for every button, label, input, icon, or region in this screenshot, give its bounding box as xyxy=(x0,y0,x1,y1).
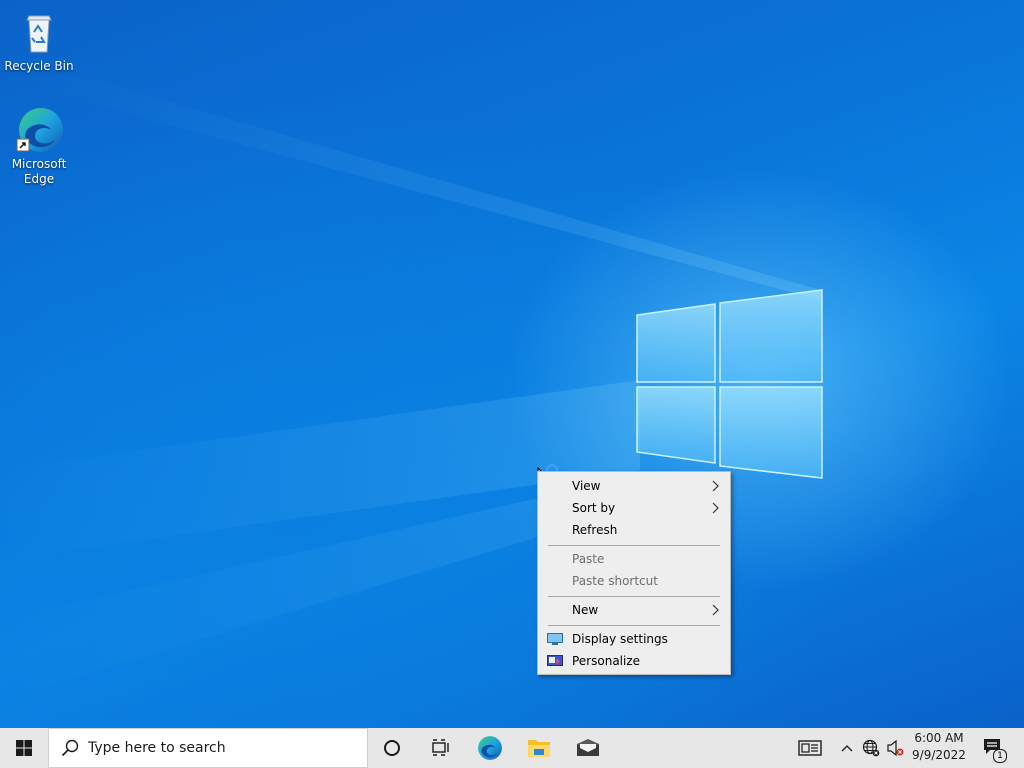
display-icon xyxy=(547,633,563,645)
chevron-right-icon xyxy=(712,604,719,616)
recycle-bin-icon xyxy=(15,8,63,56)
desktop-icon-microsoft-edge[interactable]: Microsoft Edge xyxy=(1,106,77,187)
menu-item-label: Refresh xyxy=(572,523,618,537)
menu-item-label: View xyxy=(572,479,601,493)
menu-item-label: Personalize xyxy=(572,654,641,668)
taskbar-edge-button[interactable] xyxy=(470,728,510,768)
search-icon xyxy=(61,739,79,757)
desktop[interactable]: Recycle Bin Microsoft Edge View Sort by … xyxy=(0,0,1024,728)
menu-item-label: New xyxy=(572,603,599,617)
action-center-button[interactable]: 1 xyxy=(978,728,1008,768)
chevron-right-icon xyxy=(712,502,719,514)
menu-item-sort-by[interactable]: Sort by xyxy=(538,497,730,519)
show-hidden-icons-chevron-icon xyxy=(841,745,853,752)
menu-item-new[interactable]: New xyxy=(538,599,730,621)
menu-separator xyxy=(548,625,720,626)
menu-item-label: Paste shortcut xyxy=(572,574,658,588)
task-view-icon xyxy=(432,739,449,756)
menu-item-display-settings[interactable]: Display settings xyxy=(538,628,730,650)
cortana-button[interactable] xyxy=(372,728,412,768)
file-explorer-icon xyxy=(528,740,550,757)
desktop-context-menu: View Sort by Refresh Paste Paste shortcu… xyxy=(537,471,731,675)
volume-button[interactable] xyxy=(884,728,906,768)
taskbar-file-explorer-button[interactable] xyxy=(519,728,559,768)
menu-item-personalize[interactable]: Personalize xyxy=(538,650,730,672)
task-view-button[interactable] xyxy=(420,728,460,768)
clock-time: 6:00 AM xyxy=(914,731,964,745)
news-icon xyxy=(798,740,822,756)
windows-logo-wallpaper xyxy=(636,289,823,479)
taskbar-clock[interactable]: 6:00 AM 9/9/2022 xyxy=(910,730,968,764)
menu-item-refresh[interactable]: Refresh xyxy=(538,519,730,541)
menu-item-label: Paste xyxy=(572,552,605,566)
mail-icon xyxy=(577,739,599,756)
menu-item-view[interactable]: View xyxy=(538,475,730,497)
personalize-icon xyxy=(547,655,563,666)
network-button[interactable] xyxy=(860,728,882,768)
search-placeholder: Type here to search xyxy=(88,740,226,756)
menu-item-paste[interactable]: Paste xyxy=(538,548,730,570)
cortana-icon xyxy=(384,740,400,756)
show-hidden-icons-button[interactable] xyxy=(838,728,856,768)
menu-item-label: Sort by xyxy=(572,501,616,515)
clock-date: 9/9/2022 xyxy=(912,748,966,762)
network-globe-icon xyxy=(862,739,880,757)
wallpaper-light-beams xyxy=(0,70,823,700)
windows-start-icon xyxy=(16,740,32,756)
recycle-bin-label: Recycle Bin xyxy=(4,59,74,73)
chevron-right-icon xyxy=(712,480,719,492)
menu-item-paste-shortcut[interactable]: Paste shortcut xyxy=(538,570,730,592)
menu-separator xyxy=(548,596,720,597)
volume-muted-icon xyxy=(887,739,904,757)
taskbar-mail-button[interactable] xyxy=(568,728,608,768)
edge-icon xyxy=(478,736,502,760)
desktop-icon-recycle-bin[interactable]: Recycle Bin xyxy=(1,8,77,74)
taskbar-search-box[interactable]: Type here to search xyxy=(48,728,368,768)
edge-label: Microsoft Edge xyxy=(11,157,67,186)
taskbar: Type here to search 6:00 AM 9/9/2022 1 xyxy=(0,728,1024,768)
edge-icon xyxy=(15,106,63,154)
menu-item-label: Display settings xyxy=(572,632,668,646)
news-and-interests-button[interactable] xyxy=(794,728,826,768)
notification-count-badge: 1 xyxy=(993,749,1007,763)
start-button[interactable] xyxy=(0,728,48,768)
menu-separator xyxy=(548,545,720,546)
